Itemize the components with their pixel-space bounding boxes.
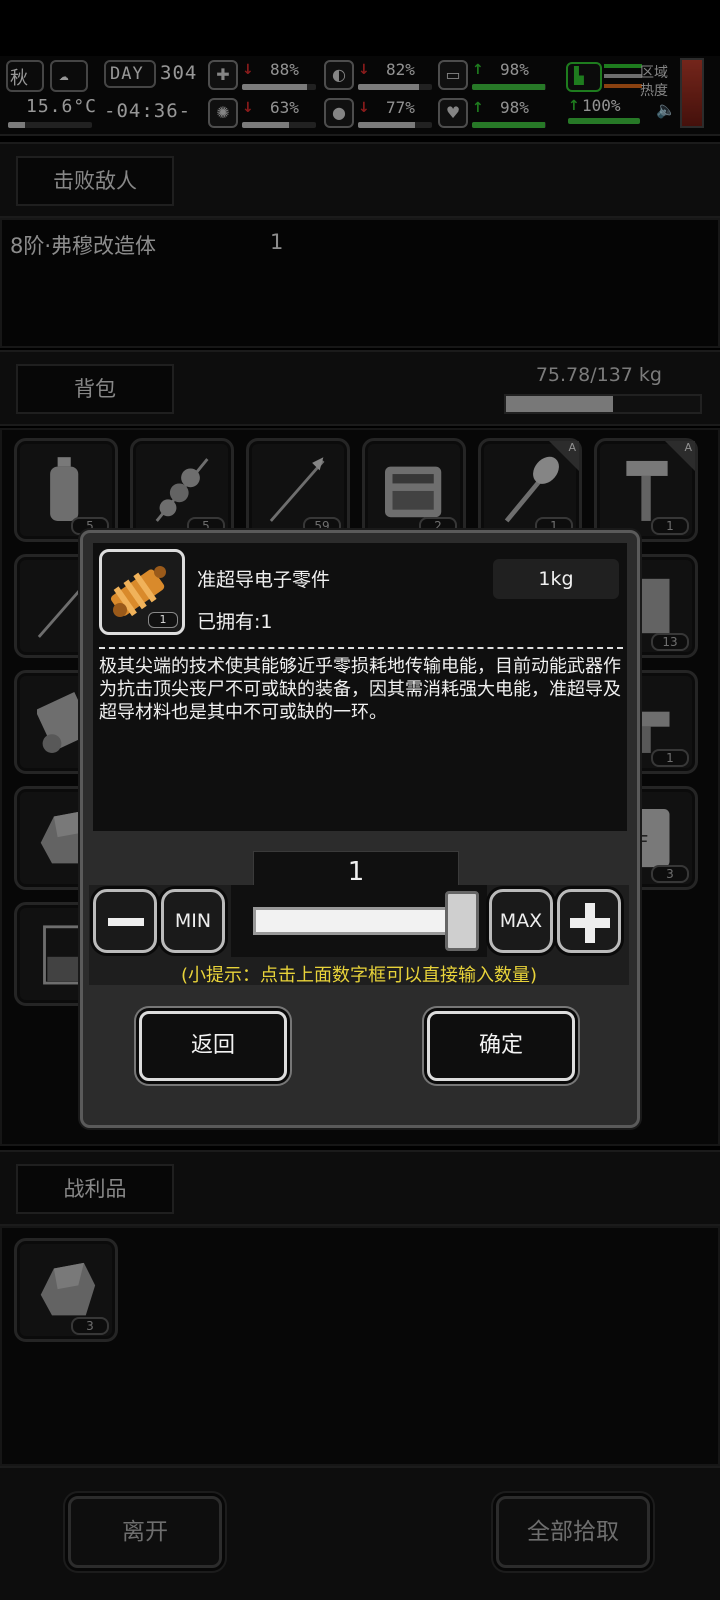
decrease-button[interactable] bbox=[93, 889, 157, 953]
dashed-divider bbox=[99, 647, 623, 649]
quantity-slider[interactable] bbox=[231, 885, 487, 957]
item-name: 准超导电子零件 bbox=[197, 569, 331, 591]
quantity-controls: MIN MAX (小提示：点击上面数字框可以直接输入数量) bbox=[89, 885, 629, 986]
item-description: 极其尖端的技术使其能够近乎零损耗地传输电能，目前动能武器作为抗击顶尖丧尸不可或缺… bbox=[99, 656, 621, 723]
slider-thumb[interactable] bbox=[445, 891, 479, 951]
item-weight: 1kg bbox=[493, 559, 619, 599]
owned-count: 已拥有:1 bbox=[197, 611, 273, 633]
max-button[interactable]: MAX bbox=[489, 889, 553, 953]
icon-quantity: 1 bbox=[148, 612, 178, 628]
superconductor-part-icon: 1 bbox=[99, 549, 185, 635]
slider-fill bbox=[253, 907, 449, 935]
minus-icon bbox=[108, 918, 144, 926]
item-quantity-dialog: 1 准超导电子零件 已拥有:1 1kg 极其尖端的技术使其能够近乎零损耗地传输电… bbox=[80, 530, 640, 1128]
quantity-tip: (小提示：点击上面数字框可以直接输入数量) bbox=[180, 965, 538, 986]
back-button[interactable]: 返回 bbox=[139, 1011, 287, 1081]
min-button[interactable]: MIN bbox=[161, 889, 225, 953]
confirm-button[interactable]: 确定 bbox=[427, 1011, 575, 1081]
increase-button[interactable] bbox=[557, 889, 621, 953]
item-info-panel: 1 准超导电子零件 已拥有:1 1kg 极其尖端的技术使其能够近乎零损耗地传输电… bbox=[93, 543, 627, 831]
